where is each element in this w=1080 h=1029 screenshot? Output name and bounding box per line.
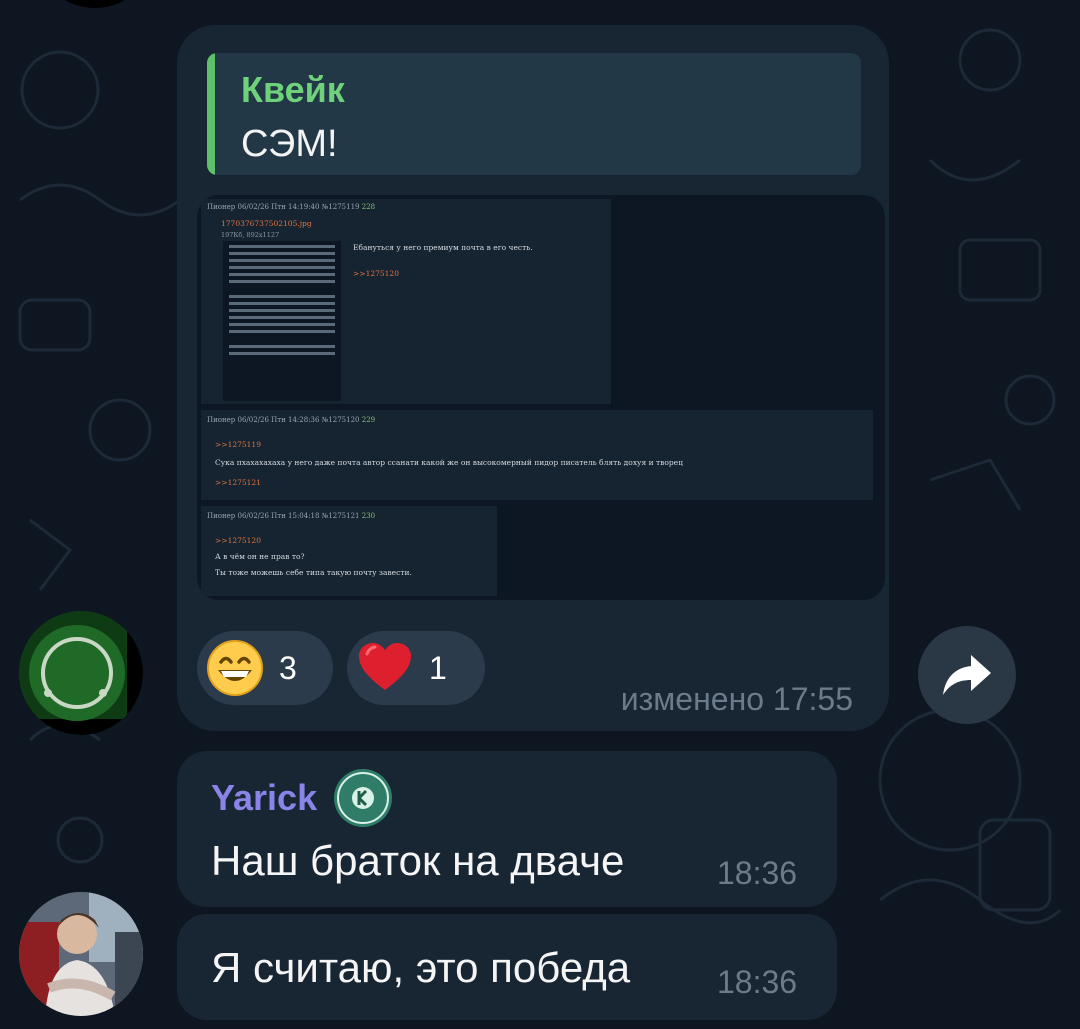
emoji-status-icon[interactable] [332, 767, 394, 829]
reaction-heart[interactable]: 1 [347, 631, 485, 705]
post-number: 230 [361, 512, 376, 520]
message-text: Наш браток на дваче [211, 837, 625, 884]
message-time: 18:36 [717, 855, 798, 891]
post-meta-text: Пионер 06/02/26 Птн 14:19:40 №1275119 [207, 203, 360, 211]
sender-name[interactable]: Yarick [211, 777, 317, 819]
message-text: Я считаю, это победа [211, 944, 631, 991]
green-circle-avatar-image [19, 611, 143, 735]
sender-avatar-yarick[interactable] [19, 892, 143, 1016]
edited-timestamp: изменено 17:55 [620, 681, 853, 717]
red-heart-icon [359, 643, 411, 690]
share-arrow-icon [943, 655, 991, 695]
forward-button[interactable] [918, 626, 1016, 724]
post-text-line-1: А в чём он не прав то? [215, 552, 305, 561]
post-reply-ref: >>1275120 [215, 536, 261, 545]
post-reply-ref: >>1275119 [215, 440, 261, 449]
reaction-grinning[interactable]: 3 [197, 631, 333, 705]
post-text: Ебануться у него премиум почта в его чес… [353, 243, 533, 252]
message-bubble-yarick-2[interactable]: Я считаю, это победа 18:36 [177, 914, 837, 1020]
user-photo-avatar-image [19, 892, 143, 1016]
post-text-line-2: Ты тоже можешь себе типа такую почту зав… [215, 568, 412, 577]
post-text: Сука пхахахахаха у него даже почта автор… [215, 458, 683, 467]
imageboard-post-2: Пионер 06/02/26 Птн 14:28:36 №1275120 22… [201, 410, 873, 500]
reply-quote[interactable]: Квейк СЭМ! [207, 53, 861, 175]
post-reply-ref: >>1275121 [215, 478, 261, 487]
post-number: 229 [361, 416, 376, 424]
post-image-thumbnail [223, 241, 341, 401]
attached-screenshot[interactable]: Пионер 06/02/26 Птн 14:19:40 №1275119 22… [197, 195, 885, 600]
post-meta-text: Пионер 06/02/26 Птн 15:04:18 №1275121 [207, 512, 360, 520]
reply-accent-bar [207, 53, 215, 175]
reply-text: СЭМ! [241, 123, 338, 165]
post-file-link: 1770376737502105.jpg [221, 219, 312, 228]
reaction-count: 1 [429, 649, 447, 686]
message-bubble-screenshot[interactable]: Квейк СЭМ! Пионер 06/02/26 Птн 14:19:40 … [177, 25, 889, 731]
sender-avatar-quake[interactable] [19, 611, 143, 735]
post-reply-ref: >>1275120 [353, 269, 399, 278]
message-time: 18:36 [717, 964, 798, 1000]
imageboard-post-1: Пионер 06/02/26 Птн 14:19:40 №1275119 22… [201, 199, 611, 404]
post-meta-text: Пионер 06/02/26 Птн 14:28:36 №1275120 [207, 416, 360, 424]
post-meta: Пионер 06/02/26 Птн 14:28:36 №1275120 22… [207, 416, 375, 424]
post-meta: Пионер 06/02/26 Птн 14:19:40 №1275119 22… [207, 203, 375, 211]
post-number: 228 [361, 203, 376, 211]
post-file-info: 197Кб, 892x1127 [221, 231, 280, 239]
message-bubble-yarick-1[interactable]: Yarick Наш браток на дваче 18:36 [177, 751, 837, 907]
reply-author: Квейк [241, 69, 345, 110]
imageboard-post-3: Пионер 06/02/26 Птн 15:04:18 №1275121 23… [201, 506, 497, 596]
reaction-count: 3 [279, 649, 297, 686]
post-meta: Пионер 06/02/26 Птн 15:04:18 №1275121 23… [207, 512, 375, 520]
grinning-face-icon [207, 640, 263, 696]
